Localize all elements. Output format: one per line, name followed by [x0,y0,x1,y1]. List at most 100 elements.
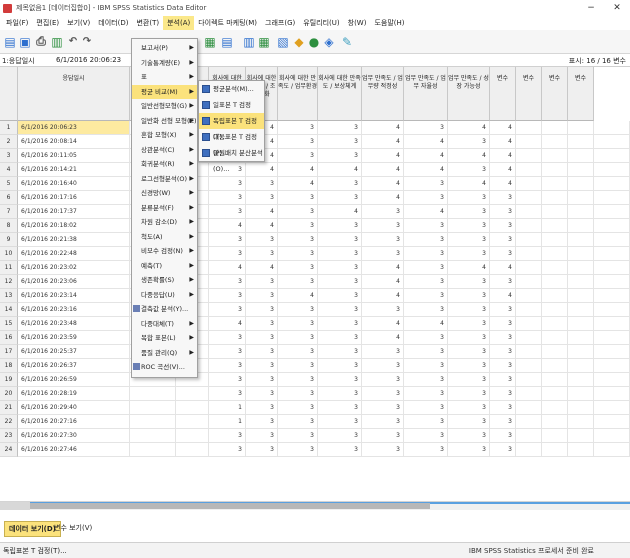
data-cell[interactable]: 3 [246,429,278,443]
data-cell[interactable]: 3 [490,303,516,317]
data-cell[interactable] [130,443,176,457]
column-header[interactable]: 업무 만족도 / 성장 가능성 [448,67,490,121]
data-cell[interactable] [542,247,568,261]
data-cell[interactable]: 3 [490,331,516,345]
data-cell[interactable]: 3 [278,247,318,261]
print-icon[interactable]: ⎙ [34,34,48,49]
data-cell[interactable] [568,387,594,401]
data-cell[interactable]: 3 [404,261,448,275]
data-cell[interactable]: 4 [490,177,516,191]
data-cell[interactable]: 3 [278,345,318,359]
data-cell[interactable]: 3 [362,415,404,429]
data-cell[interactable] [176,443,209,457]
data-cell[interactable] [594,387,630,401]
data-cell[interactable] [594,317,630,331]
data-cell[interactable]: 3 [246,247,278,261]
data-cell[interactable] [542,205,568,219]
data-cell[interactable]: 3 [448,135,490,149]
row-header[interactable]: 16 [0,331,18,345]
data-cell[interactable] [594,359,630,373]
use-sets-icon[interactable]: ✎ [340,34,354,49]
data-cell[interactable] [594,233,630,247]
data-cell[interactable] [516,345,542,359]
data-cell[interactable] [542,415,568,429]
data-cell[interactable]: 4 [362,275,404,289]
analyze-menu-item[interactable]: 예측(T) ▶ [132,259,197,273]
analyze-menu-item[interactable]: 생존확률(S) ▶ [132,273,197,287]
date-cell[interactable]: 6/1/2016 20:21:38 [18,233,130,247]
data-cell[interactable] [568,275,594,289]
compare-means-item[interactable]: 일원배치 분산분석(O)... [199,145,264,173]
data-cell[interactable] [594,443,630,457]
analyze-menu-item[interactable]: 혼합 모형(X) ▶ [132,128,197,142]
redo-icon[interactable]: ↷ [80,34,94,49]
data-cell[interactable]: 3 [246,373,278,387]
data-cell[interactable]: 4 [278,163,318,177]
data-cell[interactable]: 3 [209,331,246,345]
data-cell[interactable]: 3 [362,387,404,401]
data-cell[interactable]: 3 [448,317,490,331]
column-header[interactable]: 변수 [516,67,542,121]
menu-window[interactable]: 창(W) [344,16,371,30]
data-cell[interactable] [516,429,542,443]
analyze-menu-item[interactable]: 복합 표본(L) ▶ [132,331,197,345]
data-cell[interactable]: 4 [209,261,246,275]
row-header[interactable]: 13 [0,289,18,303]
data-cell[interactable] [516,401,542,415]
data-cell[interactable] [516,163,542,177]
menu-help[interactable]: 도움말(H) [370,16,408,30]
column-header[interactable]: 변수 [568,67,594,121]
data-cell[interactable]: 3 [318,345,362,359]
data-cell[interactable]: 3 [490,415,516,429]
analyze-menu-item[interactable]: 차원 감소(D) ▶ [132,215,197,229]
data-cell[interactable] [568,163,594,177]
column-header[interactable]: 회사에 대한 만족도 / 보상체계 [318,67,362,121]
column-header[interactable]: 변수 [542,67,568,121]
data-cell[interactable] [516,205,542,219]
data-cell[interactable] [542,331,568,345]
menu-utilities[interactable]: 유틸리티(U) [299,16,343,30]
select-cases-icon[interactable]: ● [307,34,321,49]
data-cell[interactable]: 3 [448,289,490,303]
data-cell[interactable] [516,359,542,373]
data-cell[interactable] [542,289,568,303]
data-cell[interactable]: 4 [362,121,404,135]
variables-icon[interactable]: ▤ [220,34,234,49]
data-cell[interactable]: 4 [404,317,448,331]
data-cell[interactable] [516,317,542,331]
undo-icon[interactable]: ↶ [66,34,80,49]
data-cell[interactable]: 3 [246,401,278,415]
data-cell[interactable] [568,219,594,233]
compare-means-item[interactable]: 일표본 T 검정(S)... [199,97,264,125]
data-cell[interactable]: 3 [448,331,490,345]
data-cell[interactable] [568,289,594,303]
data-cell[interactable] [542,443,568,457]
analyze-menu-item[interactable]: 결측값 분석(Y)... [132,302,197,316]
data-cell[interactable] [568,443,594,457]
data-cell[interactable] [516,233,542,247]
data-cell[interactable]: 3 [490,233,516,247]
compare-means-item[interactable]: 평균분석(M)... [199,81,264,97]
data-cell[interactable] [594,261,630,275]
data-cell[interactable]: 3 [404,345,448,359]
data-cell[interactable] [568,177,594,191]
analyze-menu-item[interactable]: 상관분석(C) ▶ [132,143,197,157]
analyze-menu-item[interactable]: 일반선형모형(G) ▶ [132,99,197,113]
analyze-menu-item[interactable]: 다중대체(T) ▶ [132,317,197,331]
data-cell[interactable] [516,373,542,387]
data-cell[interactable] [516,121,542,135]
data-cell[interactable]: 3 [404,177,448,191]
data-cell[interactable]: 3 [404,401,448,415]
data-cell[interactable]: 3 [404,233,448,247]
scrollbar-thumb[interactable] [30,503,430,509]
menu-direct-marketing[interactable]: 다이렉트 마케팅(M) [194,16,261,30]
data-cell[interactable] [594,149,630,163]
column-header[interactable]: 업무 만족도 / 업무량 적정성 [362,67,404,121]
data-cell[interactable] [542,345,568,359]
data-cell[interactable]: 4 [362,317,404,331]
data-cell[interactable]: 3 [448,205,490,219]
data-cell[interactable]: 3 [404,303,448,317]
row-header[interactable]: 22 [0,415,18,429]
data-cell[interactable]: 4 [362,261,404,275]
data-cell[interactable]: 3 [246,415,278,429]
